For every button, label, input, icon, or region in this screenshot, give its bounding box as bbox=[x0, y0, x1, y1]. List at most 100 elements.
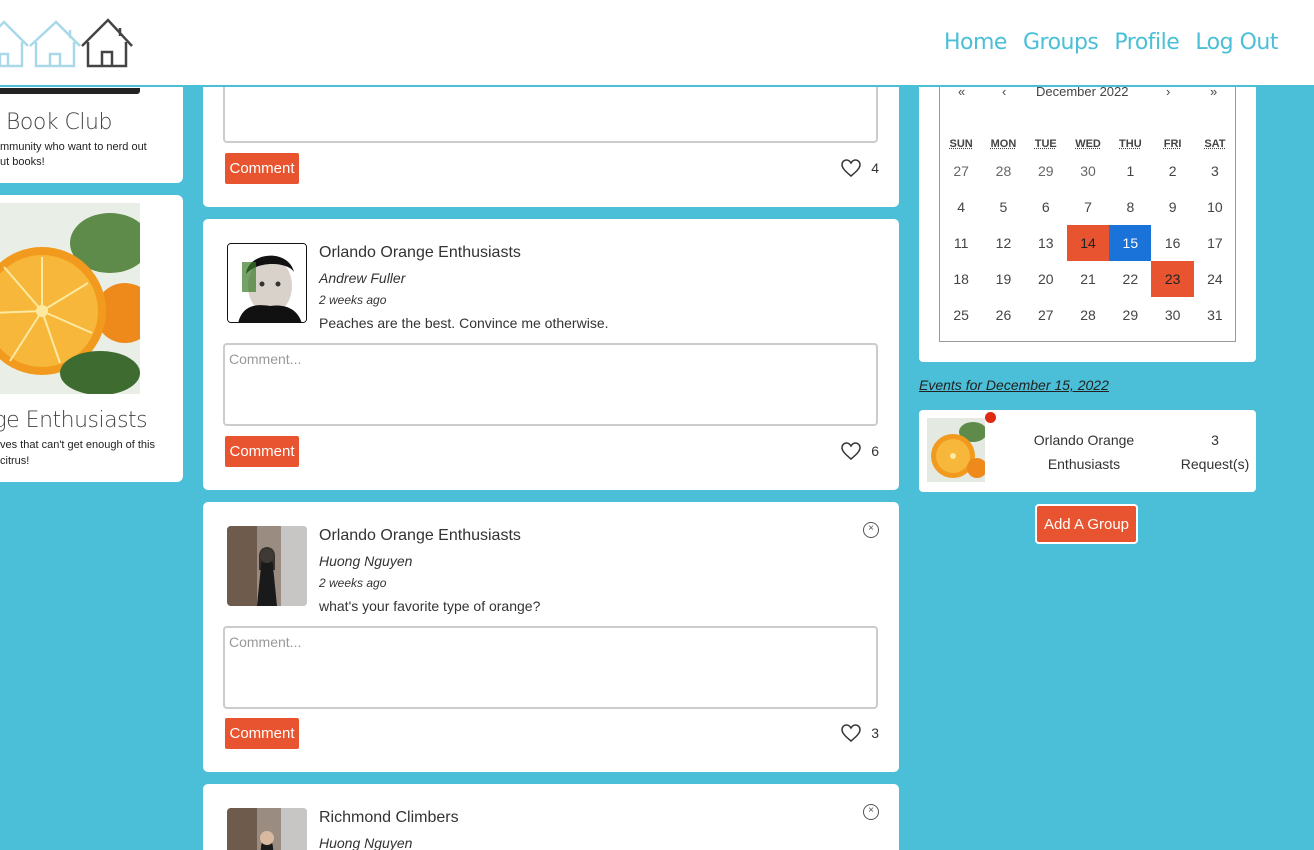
orange-group-image bbox=[0, 203, 140, 394]
post-author: Huong Nguyen bbox=[319, 835, 412, 850]
house-logo-icon[interactable] bbox=[0, 16, 135, 68]
weekday-label: WED bbox=[1067, 138, 1109, 150]
calendar-day[interactable]: 29 bbox=[1109, 297, 1151, 333]
avatar bbox=[227, 243, 307, 323]
calendar-day[interactable]: 31 bbox=[1194, 297, 1236, 333]
post-group-name[interactable]: Orlando Orange Enthusiasts bbox=[319, 527, 521, 545]
nav-groups-link[interactable]: Groups bbox=[1023, 30, 1098, 55]
heart-icon[interactable] bbox=[841, 442, 861, 460]
calendar-day[interactable]: 30 bbox=[1151, 297, 1193, 333]
group-card-orange-enthusiasts[interactable]: nge Enthusiasts ves that can't get enoug… bbox=[0, 195, 183, 482]
post-card: × Orlando Orange Enthusiasts Huong Nguye… bbox=[203, 502, 899, 772]
nav-logout-link[interactable]: Log Out bbox=[1195, 30, 1278, 55]
calendar-day[interactable]: 27 bbox=[1025, 297, 1067, 333]
calendar-day[interactable]: 2 bbox=[1151, 153, 1193, 189]
post-group-name[interactable]: Orlando Orange Enthusiasts bbox=[319, 244, 521, 262]
post-author: Huong Nguyen bbox=[319, 553, 412, 569]
avatar bbox=[227, 808, 307, 850]
post-card: Orlando Orange Enthusiasts Andrew Fuller… bbox=[203, 219, 899, 490]
post-body: what's your favorite type of orange? bbox=[319, 598, 540, 614]
add-group-button[interactable]: Add A Group bbox=[1035, 504, 1138, 544]
like-count: 3 bbox=[871, 725, 879, 741]
calendar-day[interactable]: 24 bbox=[1194, 261, 1236, 297]
events-heading-link[interactable]: Events for December 15, 2022 bbox=[919, 377, 1109, 393]
calendar-day[interactable]: 28 bbox=[982, 153, 1024, 189]
calendar-navigation: « ‹ December 2022 › » bbox=[940, 84, 1237, 104]
main-nav: Home Groups Profile Log Out bbox=[944, 30, 1278, 55]
weekday-label: MON bbox=[982, 138, 1024, 150]
calendar-day[interactable]: 25 bbox=[940, 297, 982, 333]
calendar-day[interactable]: 17 bbox=[1194, 225, 1236, 261]
calendar-day[interactable]: 21 bbox=[1067, 261, 1109, 297]
calendar-day[interactable]: 6 bbox=[1025, 189, 1067, 225]
calendar-days: 27 28 29 30 1 2 3 4 5 6 7 8 9 10 11 12 13 14 15 16 17 18 19 20 2… bbox=[940, 153, 1237, 333]
nav-profile-link[interactable]: Profile bbox=[1114, 30, 1179, 55]
event-group-image bbox=[927, 418, 985, 482]
calendar-day[interactable]: 8 bbox=[1109, 189, 1151, 225]
header-bar: Home Groups Profile Log Out bbox=[0, 0, 1314, 87]
heart-icon[interactable] bbox=[841, 159, 861, 177]
calendar-day[interactable]: 1 bbox=[1109, 153, 1151, 189]
group-image-bottom bbox=[0, 88, 140, 94]
calendar-day[interactable]: 9 bbox=[1151, 189, 1193, 225]
like-control[interactable]: 4 bbox=[841, 159, 879, 177]
calendar: « ‹ December 2022 › » SUN MON TUE WED THU FRI… bbox=[939, 80, 1236, 342]
like-count: 4 bbox=[871, 160, 879, 176]
like-control[interactable]: 3 bbox=[841, 724, 879, 742]
weekday-label: SAT bbox=[1194, 138, 1236, 150]
calendar-day[interactable]: 23 bbox=[1151, 261, 1193, 297]
post-body: Peaches are the best. Convince me otherw… bbox=[319, 315, 609, 331]
calendar-day[interactable]: 4 bbox=[940, 189, 982, 225]
comment-button[interactable]: Comment bbox=[225, 436, 299, 467]
weekday-label: FRI bbox=[1151, 138, 1193, 150]
calendar-day[interactable]: 10 bbox=[1194, 189, 1236, 225]
comment-button[interactable]: Comment bbox=[225, 718, 299, 749]
event-requests: 3 Request(s) bbox=[1177, 428, 1253, 476]
post-card: × Richmond Climbers Huong Nguyen bbox=[203, 784, 899, 850]
calendar-day[interactable]: 14 bbox=[1067, 225, 1109, 261]
calendar-day[interactable]: 22 bbox=[1109, 261, 1151, 297]
group-description-line: ut books! bbox=[0, 155, 45, 170]
calendar-card: « ‹ December 2022 › » SUN MON TUE WED THU FRI… bbox=[919, 60, 1256, 362]
calendar-day[interactable]: 20 bbox=[1025, 261, 1067, 297]
weekday-header: SUN MON TUE WED THU FRI SAT bbox=[940, 138, 1237, 150]
comment-input[interactable] bbox=[223, 343, 878, 426]
nav-home-link[interactable]: Home bbox=[944, 30, 1007, 55]
delete-post-icon[interactable]: × bbox=[863, 522, 879, 538]
like-control[interactable]: 6 bbox=[841, 442, 879, 460]
post-timestamp: 2 weeks ago bbox=[319, 293, 386, 307]
heart-icon[interactable] bbox=[841, 724, 861, 742]
calendar-day[interactable]: 5 bbox=[982, 189, 1024, 225]
comment-button[interactable]: Comment bbox=[225, 153, 299, 184]
calendar-day[interactable]: 16 bbox=[1151, 225, 1193, 261]
post-author: Andrew Fuller bbox=[319, 270, 405, 286]
calendar-day[interactable]: 7 bbox=[1067, 189, 1109, 225]
calendar-day[interactable]: 26 bbox=[982, 297, 1024, 333]
calendar-day[interactable]: 18 bbox=[940, 261, 982, 297]
weekday-label: TUE bbox=[1025, 138, 1067, 150]
request-count: 3 bbox=[1177, 428, 1253, 452]
post-group-name[interactable]: Richmond Climbers bbox=[319, 809, 459, 827]
weekday-label: THU bbox=[1109, 138, 1151, 150]
calendar-day[interactable]: 11 bbox=[940, 225, 982, 261]
group-description-line: mmunity who want to nerd out bbox=[0, 140, 147, 155]
calendar-day[interactable]: 15 bbox=[1109, 225, 1151, 261]
event-item[interactable]: Orlando Orange Enthusiasts 3 Request(s) bbox=[919, 410, 1256, 492]
request-label: Request(s) bbox=[1177, 452, 1253, 476]
calendar-day[interactable]: 27 bbox=[940, 153, 982, 189]
group-description-line: citrus! bbox=[0, 454, 29, 469]
calendar-day[interactable]: 3 bbox=[1194, 153, 1236, 189]
weekday-label: SUN bbox=[940, 138, 982, 150]
calendar-day[interactable]: 28 bbox=[1067, 297, 1109, 333]
calendar-day[interactable]: 12 bbox=[982, 225, 1024, 261]
calendar-day[interactable]: 29 bbox=[1025, 153, 1067, 189]
like-count: 6 bbox=[871, 443, 879, 459]
comment-input[interactable] bbox=[223, 626, 878, 709]
post-timestamp: 2 weeks ago bbox=[319, 576, 386, 590]
event-group-name: Orlando Orange Enthusiasts bbox=[1019, 428, 1149, 476]
group-description-line: ves that can't get enough of this bbox=[0, 438, 155, 453]
calendar-day[interactable]: 13 bbox=[1025, 225, 1067, 261]
calendar-day[interactable]: 19 bbox=[982, 261, 1024, 297]
calendar-day[interactable]: 30 bbox=[1067, 153, 1109, 189]
delete-post-icon[interactable]: × bbox=[863, 804, 879, 820]
